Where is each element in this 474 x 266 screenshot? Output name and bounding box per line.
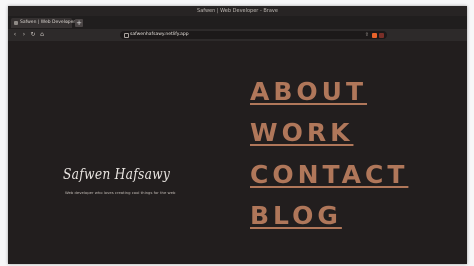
address-bar[interactable]: ⇪ — [120, 31, 387, 39]
tab-active[interactable]: Safwen | Web Developer × — [11, 18, 75, 28]
browser-toolbar: ‹ › ↻ ⌂ ⇪ ▭ ≡ — [8, 29, 467, 46]
toolbar-right-buttons: ▭ ≡ — [440, 29, 463, 46]
hero-tagline: Web developer who loves creating cool th… — [65, 190, 176, 195]
nav-link-blog[interactable]: BLOG — [250, 203, 342, 229]
reload-icon[interactable]: ↻ — [29, 29, 37, 41]
tab-bar: Safwen | Web Developer × + — [8, 16, 467, 29]
brave-lion-icon[interactable] — [372, 32, 377, 38]
favicon-icon — [14, 21, 18, 25]
url-input[interactable] — [130, 31, 350, 39]
brave-rewards-icon[interactable] — [379, 32, 384, 38]
page-content: Safwen Hafsawy Web developer who loves c… — [8, 41, 467, 264]
nav-link-contact[interactable]: CONTACT — [250, 162, 408, 188]
bookmark-icon[interactable]: ⌂ — [38, 29, 46, 41]
browser-window: Safwen | Web Developer - Brave Safwen | … — [8, 6, 467, 264]
tab-close-icon[interactable]: × — [65, 18, 69, 28]
forward-icon[interactable]: › — [20, 29, 28, 41]
hero-name: Safwen Hafsawy — [63, 165, 171, 183]
back-icon[interactable]: ‹ — [11, 29, 19, 41]
new-tab-button[interactable]: + — [75, 19, 83, 27]
lock-icon[interactable] — [124, 32, 129, 38]
nav-link-work[interactable]: WORK — [250, 120, 353, 146]
nav-link-about[interactable]: ABOUT — [250, 79, 367, 105]
share-icon[interactable]: ⇪ — [365, 31, 369, 39]
window-title: Safwen | Web Developer - Brave — [8, 6, 467, 16]
